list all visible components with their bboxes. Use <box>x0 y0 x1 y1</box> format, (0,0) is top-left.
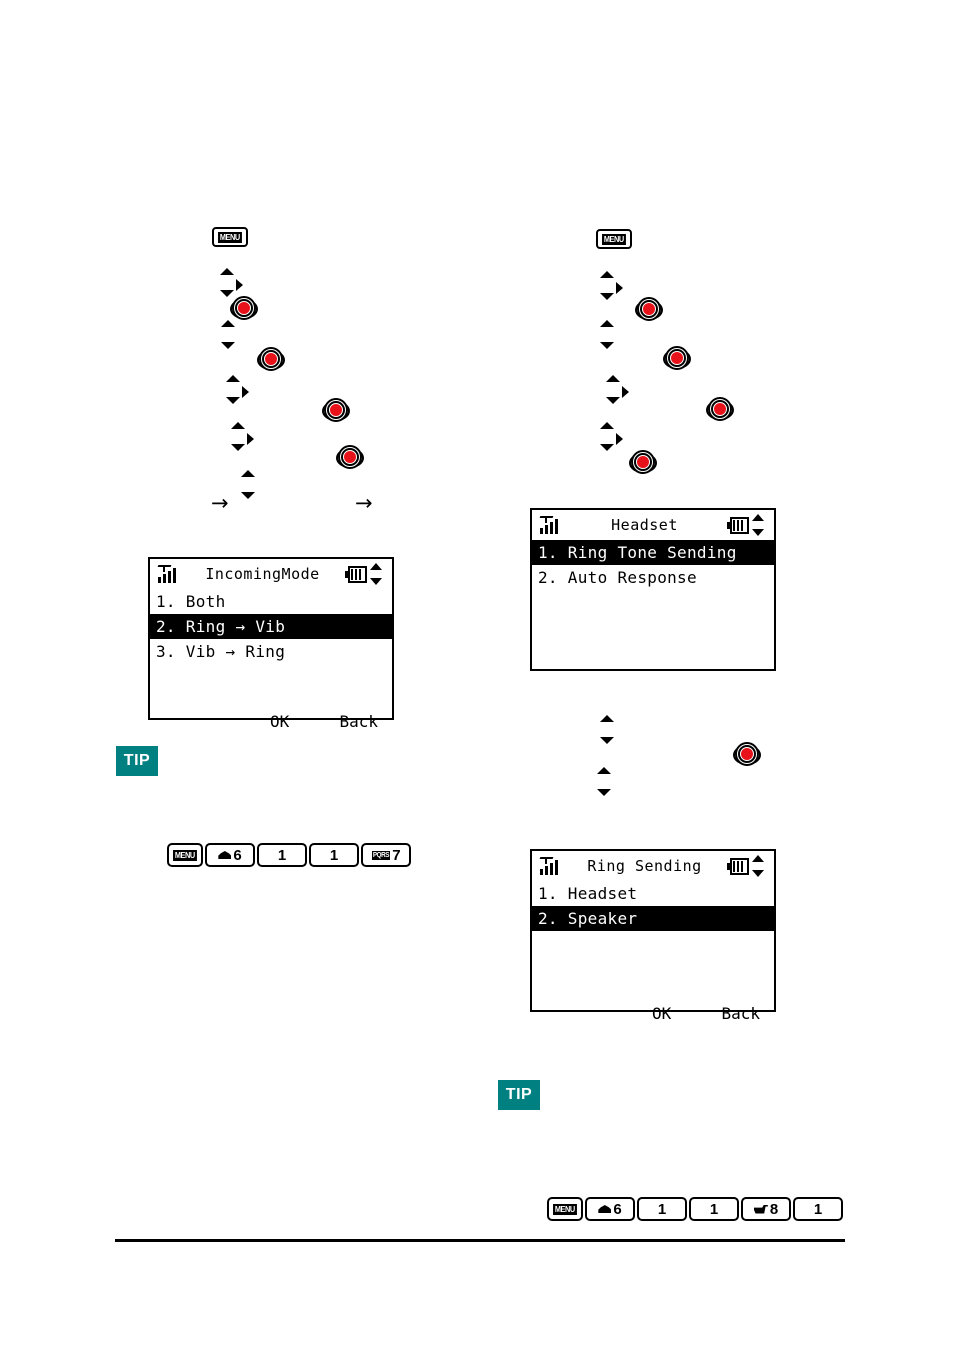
tip-badge-label: TIP <box>123 752 151 769</box>
enter-key-icon <box>321 396 351 426</box>
key-label: 6 <box>613 1200 622 1218</box>
key-menu[interactable]: MENU <box>547 1197 583 1221</box>
up-down-arrows-icon <box>752 514 766 536</box>
signal-bars-icon <box>157 565 180 583</box>
key-6-mail[interactable]: 6 <box>585 1197 635 1221</box>
key-1[interactable]: 1 <box>637 1197 687 1221</box>
tip-badge-right: TIP <box>498 1080 540 1110</box>
nav-updown-right-icon <box>226 375 256 409</box>
list-item[interactable]: 1. Headset <box>532 881 774 906</box>
nav-updown-right-icon <box>600 422 630 456</box>
lcd-header: IncomingMode <box>150 559 392 589</box>
enter-key-icon <box>634 295 664 325</box>
key-label: 1 <box>813 1200 823 1218</box>
key-label: 1 <box>709 1200 719 1218</box>
battery-icon <box>345 565 367 583</box>
lcd-incoming-mode: IncomingMode 1. Both 2. Ring → Vib 3. Vi… <box>148 557 394 731</box>
list-item[interactable]: 2. Auto Response <box>532 565 774 590</box>
signal-bars-icon <box>539 516 562 534</box>
key-7-pqrs[interactable]: PQRS 7 <box>361 843 411 867</box>
softkey-back[interactable]: Back <box>721 1004 760 1023</box>
enter-key-icon <box>705 395 735 425</box>
up-down-arrows-icon <box>752 855 766 877</box>
nav-updown-icon <box>241 470 257 504</box>
key-label: 1 <box>657 1200 667 1218</box>
battery-icon <box>727 857 749 875</box>
list-item[interactable]: 1. Both <box>150 589 392 614</box>
softkey-ok[interactable]: OK <box>652 1004 671 1023</box>
list-item[interactable]: 2. Speaker <box>532 906 774 931</box>
tip-badge-left: TIP <box>116 746 158 776</box>
nav-updown-right-icon <box>606 375 636 409</box>
flow-arrow-icon: → <box>211 491 229 515</box>
manual-page: MENU → → IncomingMode 1. Both 2. Ring → … <box>0 0 954 1350</box>
key-8-cart[interactable]: 8 <box>741 1197 791 1221</box>
enter-key-icon <box>256 345 286 375</box>
nav-updown-icon <box>600 320 616 354</box>
up-down-arrows-icon <box>370 563 384 585</box>
battery-icon <box>727 516 749 534</box>
menu-key-label: MENU <box>602 233 626 245</box>
key-1[interactable]: 1 <box>793 1197 843 1221</box>
key-1[interactable]: 1 <box>257 843 307 867</box>
enter-key-icon <box>662 344 692 374</box>
lcd-headset: Headset 1. Ring Tone Sending 2. Auto Res… <box>530 508 776 671</box>
lcd-menu-list: 1. Headset 2. Speaker <box>532 881 774 931</box>
key-1[interactable]: 1 <box>309 843 359 867</box>
key-sequence-right: MENU 6 1 1 8 1 <box>547 1197 843 1221</box>
key-label: 1 <box>277 846 287 864</box>
nav-updown-icon <box>221 320 237 354</box>
flow-arrow-icon: → <box>355 491 373 515</box>
lcd-title: Headset <box>611 516 678 534</box>
pqrs-icon: PQRS <box>372 850 391 860</box>
footer-rule <box>115 1239 845 1242</box>
lcd-title: Ring Sending <box>587 857 702 875</box>
key-menu-label: MENU <box>553 1203 577 1215</box>
key-menu[interactable]: MENU <box>167 843 203 867</box>
lcd-ring-sending: Ring Sending 1. Headset 2. Speaker OK Ba… <box>530 849 776 1023</box>
nav-updown-right-icon <box>231 422 261 456</box>
softkey-back[interactable]: Back <box>339 712 378 731</box>
key-menu-label: MENU <box>173 849 197 861</box>
enter-key-icon <box>335 443 365 473</box>
key-1[interactable]: 1 <box>689 1197 739 1221</box>
nav-updown-icon <box>597 767 613 801</box>
key-label: 8 <box>769 1200 779 1218</box>
signal-bars-icon <box>539 857 562 875</box>
list-item[interactable]: 3. Vib → Ring <box>150 639 392 664</box>
cart-icon <box>753 1204 768 1214</box>
key-6-mail[interactable]: 6 <box>205 843 255 867</box>
enter-key-icon <box>628 448 658 478</box>
key-label: 6 <box>233 846 242 864</box>
key-sequence-left: MENU 6 1 1 PQRS 7 <box>167 843 411 867</box>
menu-key-left[interactable]: MENU <box>212 227 248 247</box>
mail-icon <box>218 851 232 859</box>
mail-icon <box>598 1205 612 1213</box>
tip-badge-label: TIP <box>505 1086 533 1103</box>
key-label: 7 <box>392 846 401 864</box>
enter-key-icon <box>732 740 762 770</box>
nav-updown-icon <box>600 715 616 749</box>
menu-key-label: MENU <box>218 231 242 243</box>
lcd-title: IncomingMode <box>205 565 320 583</box>
softkey-ok[interactable]: OK <box>270 712 289 731</box>
list-item[interactable]: 1. Ring Tone Sending <box>532 540 774 565</box>
nav-updown-right-icon <box>600 271 630 305</box>
lcd-header: Ring Sending <box>532 851 774 881</box>
key-label: 1 <box>329 846 339 864</box>
list-item[interactable]: 2. Ring → Vib <box>150 614 392 639</box>
lcd-header: Headset <box>532 510 774 540</box>
lcd-menu-list: 1. Both 2. Ring → Vib 3. Vib → Ring <box>150 589 392 664</box>
menu-key-right[interactable]: MENU <box>596 229 632 249</box>
lcd-menu-list: 1. Ring Tone Sending 2. Auto Response <box>532 540 774 590</box>
